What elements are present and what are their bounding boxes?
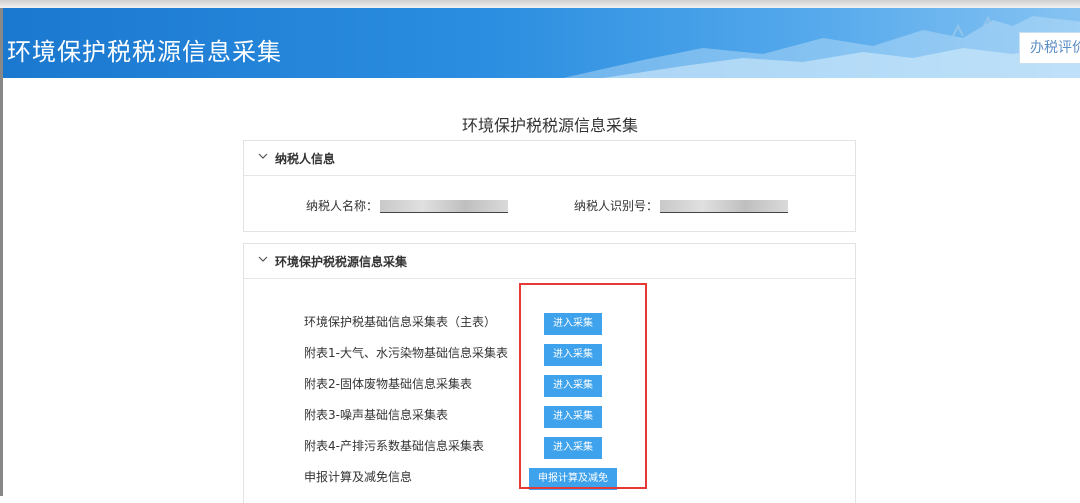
enter-collection-button-appendix-2[interactable]: 进入采集 [544,375,602,397]
taxpayer-id-value-redacted [660,200,789,213]
app-title: 环境保护税税源信息采集 [7,38,282,66]
taxpayer-info-panel: 纳税人信息 纳税人名称： 纳税人识别号： [243,140,856,232]
taxpayer-name-row: 纳税人名称： [306,197,509,214]
collection-panel: 环境保护税税源信息采集 环境保护税基础信息采集表（主表） 进入采集 附表1-大气… [243,243,856,503]
taxpayer-id-row: 纳税人识别号： [574,197,789,214]
enter-collection-button-appendix-1[interactable]: 进入采集 [544,344,602,366]
form-item-appendix-3: 附表3-噪声基础信息采集表 [304,408,448,422]
collection-panel-title: 环境保护税税源信息采集 [275,255,408,269]
taxpayer-info-panel-title: 纳税人信息 [275,152,336,166]
collection-panel-header[interactable]: 环境保护税税源信息采集 [244,244,855,279]
chevron-down-icon [258,153,268,159]
screenshot-frame: 环境保护税税源信息采集 办税评价 环境保护税税源信息采集 纳税人信息 纳税人名称… [0,0,1080,503]
app-window: 环境保护税税源信息采集 办税评价 环境保护税税源信息采集 纳税人信息 纳税人名称… [0,8,1080,503]
enter-collection-button-main[interactable]: 进入采集 [544,313,602,335]
taxpayer-info-panel-header[interactable]: 纳税人信息 [244,141,855,176]
form-item-appendix-4: 附表4-产排污系数基础信息采集表 [304,439,484,453]
taxpayer-name-label: 纳税人名称： [306,199,379,213]
form-item-declaration: 申报计算及减免信息 [304,470,413,484]
page-title: 环境保护税税源信息采集 [461,116,638,135]
taxpayer-id-label: 纳税人识别号： [574,199,659,213]
form-item-main-table: 环境保护税基础信息采集表（主表） [304,315,497,329]
form-item-appendix-2: 附表2-固体废物基础信息采集表 [304,377,472,391]
taxpayer-name-value-redacted [380,200,509,213]
chevron-down-icon [258,256,268,262]
form-item-appendix-1: 附表1-大气、水污染物基础信息采集表 [304,346,508,360]
enter-collection-button-appendix-3[interactable]: 进入采集 [544,406,602,428]
declaration-calculation-button[interactable]: 申报计算及减免 [529,468,617,490]
enter-collection-button-appendix-4[interactable]: 进入采集 [544,437,602,459]
header-banner: 环境保护税税源信息采集 办税评价 [3,8,1080,78]
tax-evaluation-link[interactable]: 办税评价 [1019,32,1080,64]
